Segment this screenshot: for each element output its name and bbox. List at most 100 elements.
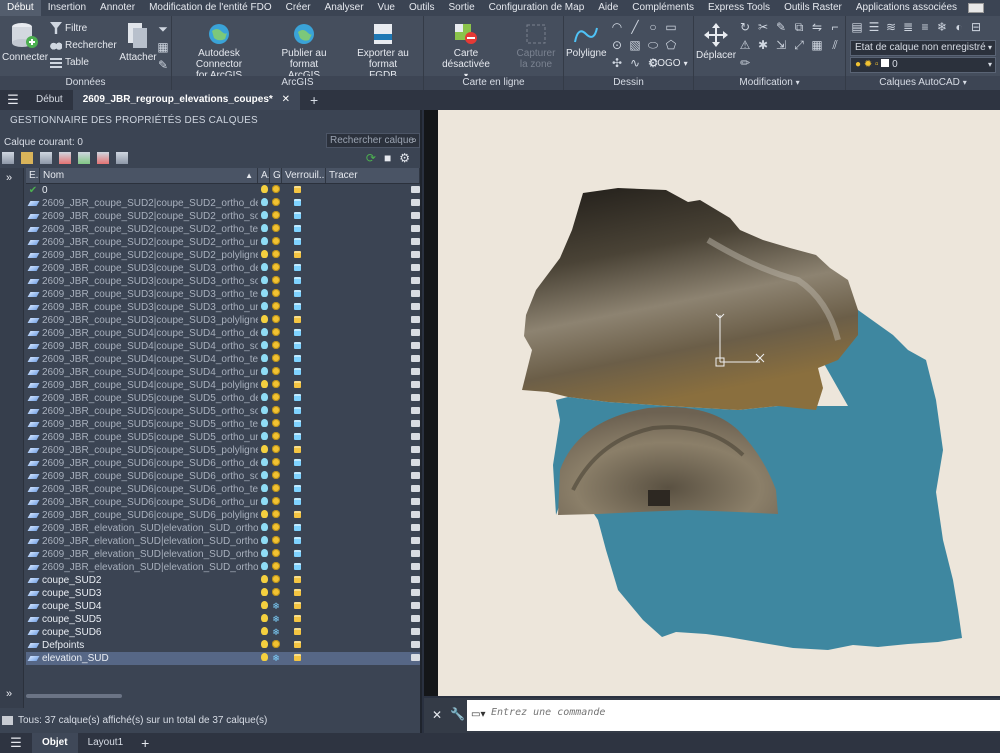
layer-state-icon[interactable] (26, 600, 40, 613)
sun-icon[interactable] (270, 340, 282, 353)
layer-state-icon[interactable] (26, 626, 40, 639)
layer-freeze-icon[interactable]: ❄ (935, 20, 949, 34)
lock-closed-icon[interactable] (282, 301, 326, 314)
sun-icon[interactable] (270, 548, 282, 561)
lock-open-icon[interactable] (282, 600, 326, 613)
layer-state-icon[interactable] (26, 379, 40, 392)
carte-desactivee-button[interactable]: Carte désactivée ▾ (430, 22, 502, 81)
bulb-icon[interactable] (258, 470, 270, 483)
offset-icon[interactable]: ⫽ (828, 38, 842, 52)
layer-state-icon[interactable] (26, 457, 40, 470)
layer-row[interactable]: 2609_JBR_coupe_SUD2|coupe_SUD2_ortho_tex… (26, 223, 420, 236)
refresh-icon[interactable]: ⟳ (366, 151, 376, 165)
bulb-icon[interactable] (258, 431, 270, 444)
lock-closed-icon[interactable] (282, 288, 326, 301)
sun-icon[interactable] (270, 366, 282, 379)
layer-state-icon[interactable] (26, 236, 40, 249)
tab-objet[interactable]: Objet (32, 733, 78, 753)
layer-state-icon[interactable] (26, 535, 40, 548)
layer-state-icon[interactable] (26, 431, 40, 444)
printer-icon[interactable] (410, 548, 420, 561)
sun-icon[interactable] (270, 223, 282, 236)
layer-state-icon[interactable] (26, 314, 40, 327)
lock-closed-icon[interactable] (282, 340, 326, 353)
model-viewport[interactable] (438, 110, 1000, 696)
new-layer-icon[interactable] (2, 152, 14, 164)
layer-state-icon[interactable] (26, 444, 40, 457)
ribbon-tab[interactable]: Configuration de Map (482, 0, 592, 16)
capturer-zone-button[interactable]: Capturer la zone (512, 22, 560, 70)
layer-state-icon[interactable] (26, 483, 40, 496)
sun-icon[interactable] (270, 470, 282, 483)
printer-icon[interactable] (410, 405, 420, 418)
sun-icon[interactable] (270, 314, 282, 327)
layer-row[interactable]: 2609_JBR_coupe_SUD5|coupe_SUD5_polyligne (26, 444, 420, 457)
layer-state-icon[interactable] (26, 548, 40, 561)
layer-row[interactable]: 2609_JBR_coupe_SUD5|coupe_SUD5_ortho_sol… (26, 405, 420, 418)
ribbon-tab[interactable]: Modification de l'entité FDO (142, 0, 279, 16)
sun-icon[interactable] (270, 431, 282, 444)
bulb-icon[interactable] (258, 236, 270, 249)
lock-closed-icon[interactable] (282, 262, 326, 275)
layer-row[interactable]: coupe_SUD6 ❄ (26, 626, 420, 639)
layer-state-combo[interactable]: Etat de calque non enregistré ▾ (850, 40, 996, 56)
printer-icon[interactable] (410, 275, 420, 288)
sun-icon[interactable] (270, 496, 282, 509)
fillet-icon[interactable]: ⌐ (828, 20, 842, 34)
sun-icon[interactable] (270, 236, 282, 249)
printer-icon[interactable] (410, 223, 420, 236)
printer-icon[interactable] (410, 340, 420, 353)
lock-closed-icon[interactable] (282, 457, 326, 470)
lock-closed-icon[interactable] (282, 210, 326, 223)
bulb-icon[interactable] (258, 600, 270, 613)
expand-filters-icon[interactable]: » (6, 172, 12, 184)
grid-icon[interactable]: ▦ (156, 40, 170, 54)
layer-state-icon[interactable] (26, 574, 40, 587)
layer-row[interactable]: 2609_JBR_coupe_SUD6|coupe_SUD6_ortho_uni… (26, 496, 420, 509)
lock-open-icon[interactable] (282, 587, 326, 600)
col-lock[interactable]: Verrouil... (282, 168, 326, 183)
rectangle-icon[interactable]: ▭ (664, 20, 678, 34)
printer-icon[interactable] (410, 327, 420, 340)
lock-open-icon[interactable] (282, 652, 326, 665)
stop-icon[interactable]: ■ (384, 151, 391, 165)
hatch-icon[interactable]: ▧ (628, 38, 642, 52)
move-pointer-icon[interactable]: ✣ (610, 56, 624, 70)
command-prompt-icon[interactable]: ▭▾ (471, 709, 485, 720)
printer-icon[interactable] (410, 184, 420, 197)
lock-open-icon[interactable] (282, 574, 326, 587)
bulb-icon[interactable] (258, 652, 270, 665)
layer-state-icon[interactable] (26, 652, 40, 665)
lock-closed-icon[interactable] (282, 483, 326, 496)
layer-row[interactable]: 2609_JBR_coupe_SUD6|coupe_SUD6_polyligne (26, 509, 420, 522)
settings-gear-icon[interactable]: ⚙ (399, 151, 410, 165)
layer-match-icon[interactable]: ≋ (884, 20, 898, 34)
lock-closed-icon[interactable] (282, 496, 326, 509)
layer-properties-icon[interactable]: ▤ (850, 20, 864, 34)
lock-closed-icon[interactable] (282, 275, 326, 288)
cogo-button[interactable]: COGO ▾ (650, 58, 688, 69)
layer-state-icon[interactable] (26, 470, 40, 483)
layout-menu-icon[interactable]: ☰ (0, 735, 32, 751)
sun-icon[interactable] (270, 522, 282, 535)
attacher-button[interactable]: Attacher (118, 20, 158, 63)
layer-state-icon[interactable] (26, 496, 40, 509)
layer-row[interactable]: 2609_JBR_coupe_SUD6|coupe_SUD6_ortho_sol… (26, 470, 420, 483)
bulb-icon[interactable] (258, 366, 270, 379)
bulb-icon[interactable] (258, 223, 270, 236)
col-freeze[interactable]: G. (270, 168, 282, 183)
col-plot[interactable]: Tracer (326, 168, 420, 183)
layer-row[interactable]: 2609_JBR_coupe_SUD2|coupe_SUD2_ortho_uni… (26, 236, 420, 249)
layer-off-icon[interactable]: ◐ (952, 20, 966, 34)
layer-row[interactable]: 2609_JBR_coupe_SUD2|coupe_SUD2_polyligne (26, 249, 420, 262)
deplacer-button[interactable]: Déplacer (696, 22, 736, 61)
bulb-icon[interactable] (258, 418, 270, 431)
bulb-icon[interactable] (258, 197, 270, 210)
layer-row[interactable]: 2609_JBR_coupe_SUD6|coupe_SUD6_ortho_dep… (26, 457, 420, 470)
layer-row[interactable]: 2609_JBR_coupe_SUD2|coupe_SUD2_ortho_sol… (26, 210, 420, 223)
sun-icon[interactable] (270, 249, 282, 262)
layer-row[interactable]: 2609_JBR_coupe_SUD6|coupe_SUD6_ortho_tex… (26, 483, 420, 496)
layer-state-icon[interactable] (26, 405, 40, 418)
bulb-icon[interactable] (258, 574, 270, 587)
erase-icon[interactable]: ✎ (774, 20, 788, 34)
